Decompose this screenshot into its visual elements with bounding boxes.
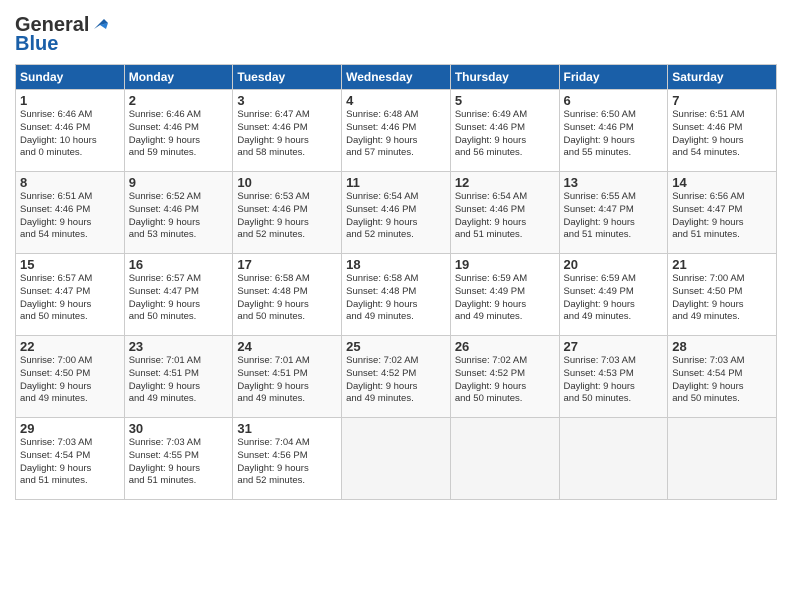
col-header-monday: Monday	[124, 65, 233, 90]
calendar-week-4: 22Sunrise: 7:00 AMSunset: 4:50 PMDayligh…	[16, 336, 777, 418]
calendar-cell-21: 21Sunrise: 7:00 AMSunset: 4:50 PMDayligh…	[668, 254, 777, 336]
col-header-thursday: Thursday	[450, 65, 559, 90]
calendar-cell-28: 28Sunrise: 7:03 AMSunset: 4:54 PMDayligh…	[668, 336, 777, 418]
calendar-cell-27: 27Sunrise: 7:03 AMSunset: 4:53 PMDayligh…	[559, 336, 668, 418]
calendar-cell-20: 20Sunrise: 6:59 AMSunset: 4:49 PMDayligh…	[559, 254, 668, 336]
calendar-cell-14: 14Sunrise: 6:56 AMSunset: 4:47 PMDayligh…	[668, 172, 777, 254]
calendar-cell-17: 17Sunrise: 6:58 AMSunset: 4:48 PMDayligh…	[233, 254, 342, 336]
calendar-cell-empty	[450, 418, 559, 500]
calendar-cell-empty	[559, 418, 668, 500]
calendar-body: 1Sunrise: 6:46 AMSunset: 4:46 PMDaylight…	[16, 90, 777, 500]
page-container: General Blue SundayMondayTuesdayWednesda…	[0, 0, 792, 510]
calendar-cell-26: 26Sunrise: 7:02 AMSunset: 4:52 PMDayligh…	[450, 336, 559, 418]
col-header-wednesday: Wednesday	[342, 65, 451, 90]
header: General Blue	[15, 10, 777, 56]
calendar-cell-empty	[342, 418, 451, 500]
calendar-cell-6: 6Sunrise: 6:50 AMSunset: 4:46 PMDaylight…	[559, 90, 668, 172]
calendar-cell-1: 1Sunrise: 6:46 AMSunset: 4:46 PMDaylight…	[16, 90, 125, 172]
calendar-cell-23: 23Sunrise: 7:01 AMSunset: 4:51 PMDayligh…	[124, 336, 233, 418]
calendar-cell-15: 15Sunrise: 6:57 AMSunset: 4:47 PMDayligh…	[16, 254, 125, 336]
col-header-sunday: Sunday	[16, 65, 125, 90]
calendar-cell-9: 9Sunrise: 6:52 AMSunset: 4:46 PMDaylight…	[124, 172, 233, 254]
col-header-friday: Friday	[559, 65, 668, 90]
calendar-cell-10: 10Sunrise: 6:53 AMSunset: 4:46 PMDayligh…	[233, 172, 342, 254]
calendar-cell-22: 22Sunrise: 7:00 AMSunset: 4:50 PMDayligh…	[16, 336, 125, 418]
calendar-cell-13: 13Sunrise: 6:55 AMSunset: 4:47 PMDayligh…	[559, 172, 668, 254]
calendar-header-row: SundayMondayTuesdayWednesdayThursdayFrid…	[16, 65, 777, 90]
col-header-tuesday: Tuesday	[233, 65, 342, 90]
calendar-cell-18: 18Sunrise: 6:58 AMSunset: 4:48 PMDayligh…	[342, 254, 451, 336]
calendar-cell-12: 12Sunrise: 6:54 AMSunset: 4:46 PMDayligh…	[450, 172, 559, 254]
calendar-cell-16: 16Sunrise: 6:57 AMSunset: 4:47 PMDayligh…	[124, 254, 233, 336]
calendar-cell-3: 3Sunrise: 6:47 AMSunset: 4:46 PMDaylight…	[233, 90, 342, 172]
calendar-cell-19: 19Sunrise: 6:59 AMSunset: 4:49 PMDayligh…	[450, 254, 559, 336]
calendar-week-3: 15Sunrise: 6:57 AMSunset: 4:47 PMDayligh…	[16, 254, 777, 336]
logo: General Blue	[15, 14, 108, 56]
calendar-cell-29: 29Sunrise: 7:03 AMSunset: 4:54 PMDayligh…	[16, 418, 125, 500]
calendar-cell-31: 31Sunrise: 7:04 AMSunset: 4:56 PMDayligh…	[233, 418, 342, 500]
calendar-cell-4: 4Sunrise: 6:48 AMSunset: 4:46 PMDaylight…	[342, 90, 451, 172]
calendar-cell-30: 30Sunrise: 7:03 AMSunset: 4:55 PMDayligh…	[124, 418, 233, 500]
col-header-saturday: Saturday	[668, 65, 777, 90]
calendar-cell-empty	[668, 418, 777, 500]
calendar-cell-11: 11Sunrise: 6:54 AMSunset: 4:46 PMDayligh…	[342, 172, 451, 254]
logo-blue: Blue	[15, 33, 58, 56]
calendar-cell-8: 8Sunrise: 6:51 AMSunset: 4:46 PMDaylight…	[16, 172, 125, 254]
calendar-cell-5: 5Sunrise: 6:49 AMSunset: 4:46 PMDaylight…	[450, 90, 559, 172]
calendar-cell-2: 2Sunrise: 6:46 AMSunset: 4:46 PMDaylight…	[124, 90, 233, 172]
calendar-week-1: 1Sunrise: 6:46 AMSunset: 4:46 PMDaylight…	[16, 90, 777, 172]
calendar-table: SundayMondayTuesdayWednesdayThursdayFrid…	[15, 64, 777, 500]
calendar-cell-25: 25Sunrise: 7:02 AMSunset: 4:52 PMDayligh…	[342, 336, 451, 418]
calendar-week-5: 29Sunrise: 7:03 AMSunset: 4:54 PMDayligh…	[16, 418, 777, 500]
logo-bird-icon	[90, 15, 108, 33]
calendar-week-2: 8Sunrise: 6:51 AMSunset: 4:46 PMDaylight…	[16, 172, 777, 254]
calendar-cell-24: 24Sunrise: 7:01 AMSunset: 4:51 PMDayligh…	[233, 336, 342, 418]
calendar-cell-7: 7Sunrise: 6:51 AMSunset: 4:46 PMDaylight…	[668, 90, 777, 172]
